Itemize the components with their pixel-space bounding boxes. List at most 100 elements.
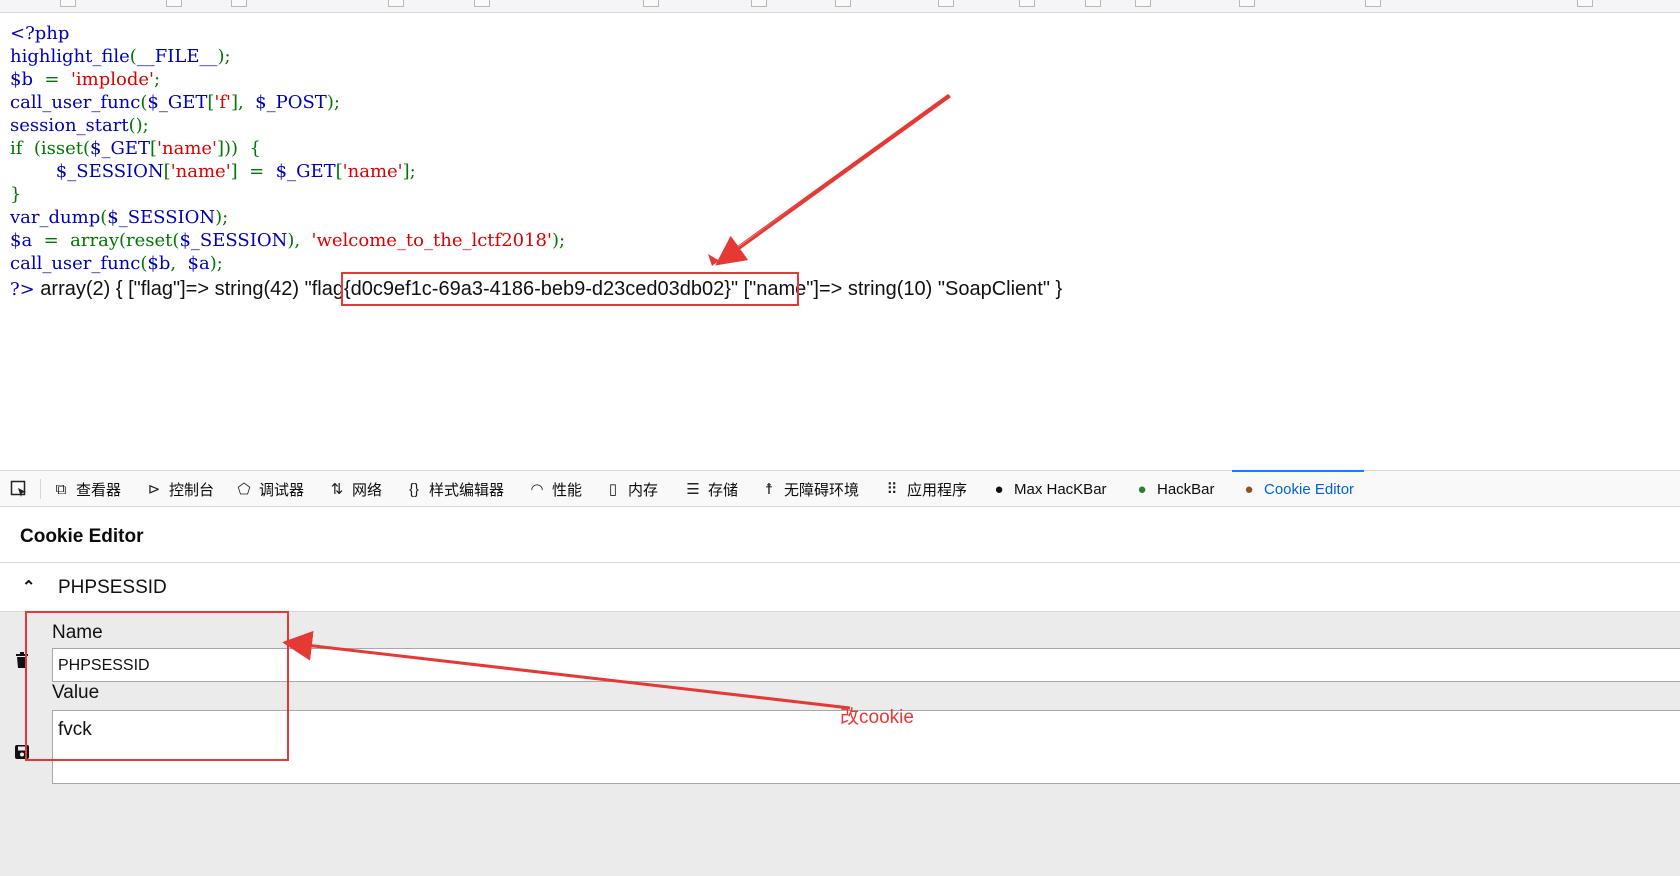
code-token: ])) { [217, 138, 261, 159]
toolbar-mark [938, 0, 954, 7]
element-picker-button[interactable] [10, 471, 28, 507]
php-source-code: <?php highlight_file(__FILE__); $b = 'impl… [10, 22, 565, 275]
code-token: [ [335, 161, 343, 182]
code-token: call_user_func [10, 92, 141, 113]
accessibility-icon: ☨ [764, 481, 774, 498]
tab-network[interactable]: ⇅ 网络 [328, 471, 382, 507]
code-token: ; [153, 69, 161, 90]
tab-max-hackbar[interactable]: ● Max HacKBar [990, 471, 1107, 507]
code-token: ); [215, 207, 229, 228]
tab-label: 样式编辑器 [429, 481, 505, 499]
toolbar-mark [1577, 0, 1593, 7]
tab-inspector[interactable]: ⧉ 查看器 [52, 471, 121, 507]
tab-label: 查看器 [76, 481, 122, 499]
tab-performance[interactable]: ◠ 性能 [528, 471, 582, 507]
chevron-up-icon[interactable]: ⌃ [22, 577, 35, 597]
tab-accessibility[interactable]: ☨ 无障碍环境 [760, 471, 859, 507]
code-token: 'name' [157, 138, 217, 159]
toolbar-separator [40, 479, 41, 499]
debugger-icon: ⬠ [237, 481, 251, 498]
element-picker-icon [10, 480, 28, 498]
tab-label: Max HacKBar [1014, 480, 1107, 498]
code-line: if (isset($_GET['name'])) { [10, 137, 565, 160]
code-token: 'f' [214, 92, 231, 113]
code-line: <?php [10, 22, 565, 45]
tab-cookie[interactable]: ● Cookie Editor [1231, 470, 1365, 507]
code-line: var_dump($_SESSION); [10, 206, 565, 229]
code-token: 'implode' [70, 69, 154, 90]
toolbar-mark [1019, 0, 1035, 7]
code-line: session_start(); [10, 114, 565, 137]
tab-label: 无障碍环境 [784, 481, 860, 499]
network-icon: ⇅ [330, 481, 344, 498]
flag-arrow [708, 94, 950, 266]
max-hackbar-icon: ● [994, 480, 1004, 498]
tab-memory[interactable]: ▯ 内存 [604, 471, 658, 507]
browser-top-strip [0, 0, 1680, 13]
code-token: ( [129, 46, 137, 67]
code-token: ); [551, 230, 566, 251]
toolbar-mark [388, 0, 404, 7]
code-line: highlight_file(__FILE__); [10, 45, 565, 68]
toolbar-mark [1239, 0, 1255, 7]
code-token: $a [10, 230, 44, 251]
code-line: $_SESSION['name'] = $_GET['name']; [10, 160, 565, 183]
tab-debugger[interactable]: ⬠ 调试器 [235, 471, 304, 507]
code-token: $_POST [255, 92, 327, 113]
tab-console[interactable]: ⊳ 控制台 [145, 471, 214, 507]
devtools-toolbar: ⧉ 查看器 ⊳ 控制台 ⬠ 调试器 ⇅ 网络 {} 样式编辑器 ◠ 性能 ▯ 内存 ☰ 存储 ☨ 无障碍环境 ⠿ 应用… [0, 470, 1680, 507]
tab-label: 网络 [352, 481, 383, 499]
flag-arrow-shaft [715, 94, 951, 266]
tab-label: 调试器 [259, 481, 305, 499]
tab-label: 内存 [628, 481, 659, 499]
application-icon: ⠿ [886, 481, 898, 498]
inspector-icon: ⧉ [55, 480, 67, 498]
code-token: $a [187, 253, 210, 274]
cookie-name-field[interactable]: PHPSESSID [52, 648, 1680, 682]
code-token: ], [230, 92, 256, 113]
code-token: $_SESSION [55, 161, 164, 182]
tab-style-editor[interactable]: {} 样式编辑器 [405, 471, 504, 507]
code-token: $_SESSION [107, 207, 216, 228]
code-token: [ [150, 138, 158, 159]
performance-icon: ◠ [530, 481, 544, 498]
tab-storage[interactable]: ☰ 存储 [684, 471, 738, 507]
tab-application[interactable]: ⠿ 应用程序 [883, 471, 968, 507]
memory-icon: ▯ [608, 481, 618, 498]
toolbar-mark [231, 0, 247, 7]
cookie-row-header[interactable]: ⌃ PHPSESSID [0, 562, 1680, 612]
code-token: $b [10, 69, 45, 90]
tab-hackbar[interactable]: ● HackBar [1133, 471, 1214, 507]
tab-label: 控制台 [169, 481, 215, 499]
code-token: <?php [10, 23, 70, 44]
tab-label: Cookie Editor [1264, 480, 1355, 498]
code-line: $b = 'implode'; [10, 68, 565, 91]
toolbar-mark [474, 0, 490, 7]
code-token: call_user_func [10, 253, 141, 274]
cookie-fields-highlight-box [25, 611, 289, 761]
code-token: ] = [230, 161, 276, 182]
code-token: if (isset( [10, 138, 91, 159]
toolbar-mark [835, 0, 851, 7]
toolbar-mark [1085, 0, 1101, 7]
code-token: ); [326, 92, 340, 113]
code-token: __FILE__ [136, 46, 218, 67]
toolbar-mark [166, 0, 182, 7]
toolbar-mark [1365, 0, 1381, 7]
console-icon: ⊳ [147, 481, 161, 498]
code-token: $_GET [275, 161, 336, 182]
toolbar-mark [1135, 0, 1151, 7]
hackbar-icon: ● [1137, 480, 1147, 498]
code-token: $_SESSION [179, 230, 288, 251]
code-token: highlight_file [10, 46, 130, 67]
code-line: $a = array(reset($_SESSION), 'welcome_to… [10, 229, 565, 252]
code-token: 'name' [170, 161, 231, 182]
code-token: } [10, 184, 22, 205]
code-token: ]; [402, 161, 416, 182]
code-line: call_user_func($_GET['f'], $_POST); [10, 91, 565, 114]
style-editor-icon: {} [408, 480, 420, 498]
cookie-icon: ● [1244, 480, 1254, 498]
toolbar-mark [643, 0, 659, 7]
flag-highlight-box [341, 272, 799, 306]
